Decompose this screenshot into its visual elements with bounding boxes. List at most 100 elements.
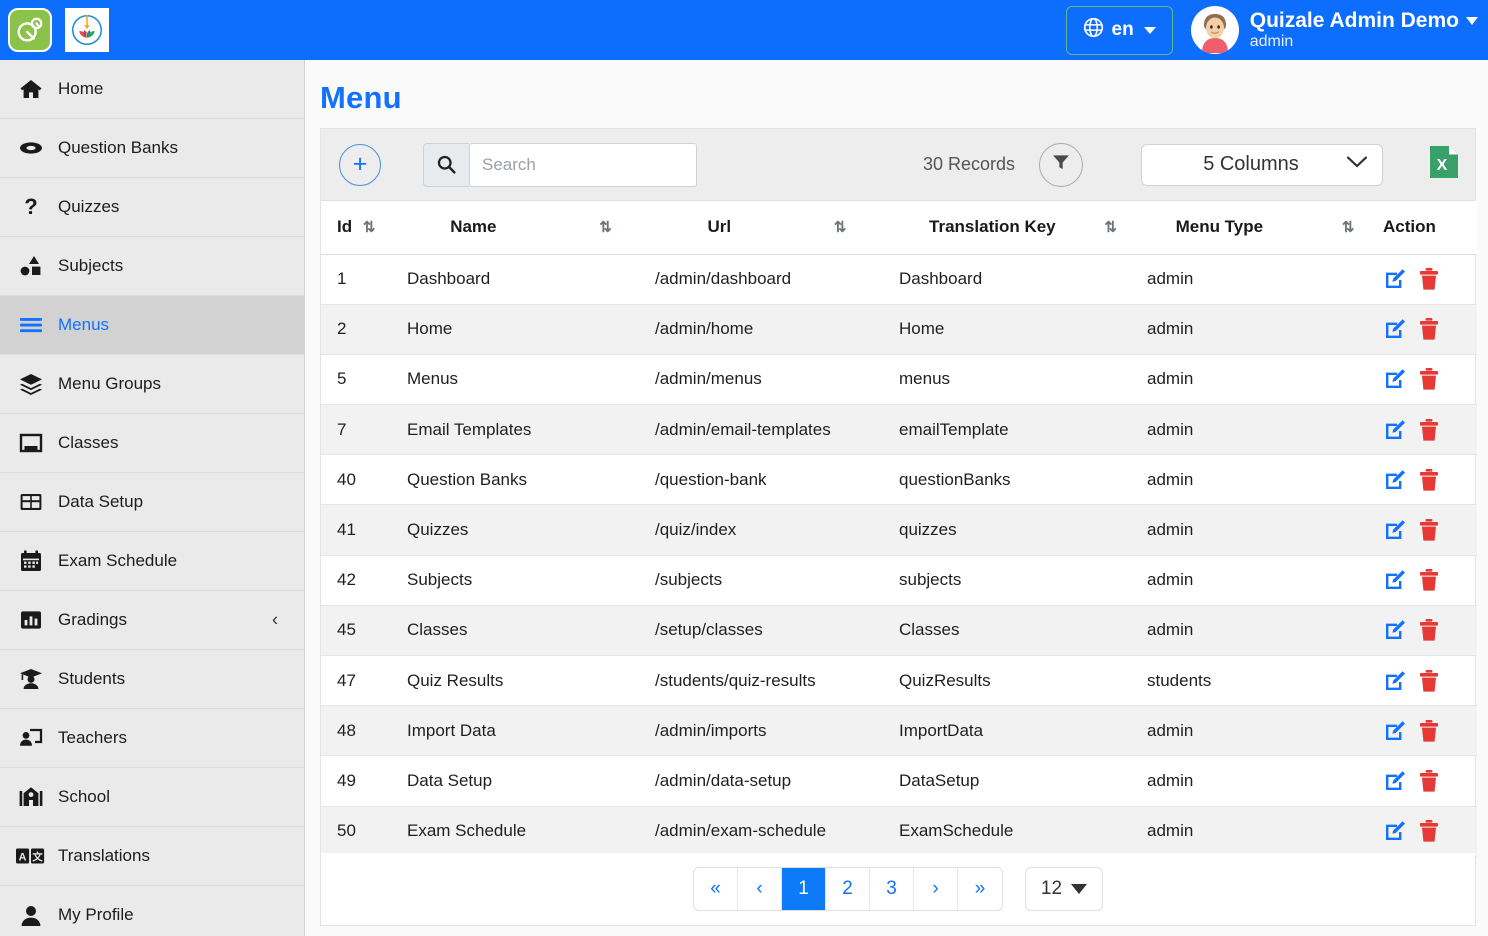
sort-icon[interactable]: ⇅ xyxy=(1104,219,1117,236)
cell-name: Exam Schedule xyxy=(407,806,655,856)
edit-icon[interactable] xyxy=(1383,819,1407,843)
language-selector[interactable]: en xyxy=(1066,6,1173,55)
sidebar-item-teachers[interactable]: Teachers xyxy=(0,709,304,768)
delete-icon[interactable] xyxy=(1419,267,1439,291)
delete-icon[interactable] xyxy=(1419,769,1439,793)
chevron-left-icon[interactable]: ‹ xyxy=(272,610,278,631)
pagination-next[interactable]: › xyxy=(914,868,958,910)
delete-icon[interactable] xyxy=(1419,418,1439,442)
filter-button[interactable] xyxy=(1039,143,1083,187)
column-header-url[interactable]: Url ⇅ xyxy=(655,201,899,254)
table-row[interactable]: 7Email Templates/admin/email-templatesem… xyxy=(321,405,1477,455)
cell-url: /quiz/index xyxy=(655,505,899,555)
delete-icon[interactable] xyxy=(1419,819,1439,843)
sidebar-item-question-banks[interactable]: Question Banks xyxy=(0,119,304,178)
table-row[interactable]: 48Import Data/admin/importsImportDataadm… xyxy=(321,706,1477,756)
pagination-prev[interactable]: ‹ xyxy=(738,868,782,910)
delete-icon[interactable] xyxy=(1419,367,1439,391)
school-lotus-logo-icon[interactable] xyxy=(65,8,109,52)
sort-icon[interactable]: ⇅ xyxy=(363,219,376,236)
cell-translation-key: Classes xyxy=(899,605,1147,655)
edit-icon[interactable] xyxy=(1383,367,1407,391)
sidebar-item-quizzes[interactable]: ? Quizzes xyxy=(0,178,304,237)
sort-icon[interactable]: ⇅ xyxy=(1342,219,1355,236)
cell-menu-type: admin xyxy=(1147,505,1383,555)
delete-icon[interactable] xyxy=(1419,317,1439,341)
cell-menu-type: admin xyxy=(1147,605,1383,655)
column-header-name[interactable]: Name ⇅ xyxy=(407,201,655,254)
per-page-select[interactable]: 12 xyxy=(1025,867,1103,911)
columns-select[interactable]: 5 Columns xyxy=(1141,144,1383,186)
sidebar-item-classes[interactable]: Classes xyxy=(0,414,304,473)
quizale-logo-icon[interactable] xyxy=(8,8,52,52)
edit-icon[interactable] xyxy=(1383,618,1407,642)
cell-name: Data Setup xyxy=(407,756,655,806)
cell-id: 5 xyxy=(321,354,407,404)
edit-icon[interactable] xyxy=(1383,669,1407,693)
table-row[interactable]: 47Quiz Results/students/quiz-resultsQuiz… xyxy=(321,656,1477,706)
edit-icon[interactable] xyxy=(1383,518,1407,542)
excel-export-button[interactable]: X xyxy=(1429,145,1459,184)
language-value: en xyxy=(1112,19,1134,41)
table-row[interactable]: 45Classes/setup/classesClassesadmin xyxy=(321,605,1477,655)
pagination-first[interactable]: « xyxy=(694,868,738,910)
sidebar-item-students[interactable]: Students xyxy=(0,650,304,709)
sort-icon[interactable]: ⇅ xyxy=(599,219,612,236)
delete-icon[interactable] xyxy=(1419,618,1439,642)
delete-icon[interactable] xyxy=(1419,669,1439,693)
sidebar-item-gradings[interactable]: Gradings ‹ xyxy=(0,591,304,650)
edit-icon[interactable] xyxy=(1383,418,1407,442)
edit-icon[interactable] xyxy=(1383,468,1407,492)
sidebar-item-data-setup[interactable]: Data Setup xyxy=(0,473,304,532)
sidebar-item-home[interactable]: Home xyxy=(0,60,304,119)
sidebar-item-exam-schedule[interactable]: Exam Schedule xyxy=(0,532,304,591)
table-row[interactable]: 49Data Setup/admin/data-setupDataSetupad… xyxy=(321,756,1477,806)
add-menu-button[interactable]: + xyxy=(339,144,381,186)
graduate-icon xyxy=(16,667,46,691)
chevron-down-icon xyxy=(1144,27,1156,34)
delete-icon[interactable] xyxy=(1419,719,1439,743)
edit-icon[interactable] xyxy=(1383,719,1407,743)
table-row[interactable]: 50Exam Schedule/admin/exam-scheduleExamS… xyxy=(321,806,1477,856)
search-input[interactable] xyxy=(469,143,697,187)
edit-icon[interactable] xyxy=(1383,568,1407,592)
column-header-id[interactable]: Id ⇅ xyxy=(321,201,407,254)
table-row[interactable]: 40Question Banks/question-bankquestionBa… xyxy=(321,455,1477,505)
sidebar-item-label: Gradings xyxy=(58,610,127,630)
shapes-icon xyxy=(16,254,46,278)
edit-icon[interactable] xyxy=(1383,317,1407,341)
cell-translation-key: quizzes xyxy=(899,505,1147,555)
table-row[interactable]: 41Quizzes/quiz/indexquizzesadmin xyxy=(321,505,1477,555)
cell-id: 42 xyxy=(321,555,407,605)
sidebar-item-translations[interactable]: A 文 Translations xyxy=(0,827,304,886)
table-row[interactable]: 5Menus/admin/menusmenusadmin xyxy=(321,354,1477,404)
pagination-page-3[interactable]: 3 xyxy=(870,868,914,910)
user-menu[interactable]: Quizale Admin Demo admin xyxy=(1191,6,1488,54)
cell-actions xyxy=(1383,605,1477,655)
cell-actions xyxy=(1383,254,1477,304)
cell-id: 45 xyxy=(321,605,407,655)
pagination-page-1[interactable]: 1 xyxy=(782,868,826,910)
table-row[interactable]: 1Dashboard/admin/dashboardDashboardadmin xyxy=(321,254,1477,304)
sort-icon[interactable]: ⇅ xyxy=(834,219,847,236)
delete-icon[interactable] xyxy=(1419,568,1439,592)
sidebar-item-school[interactable]: School xyxy=(0,768,304,827)
edit-icon[interactable] xyxy=(1383,769,1407,793)
cell-menu-type: admin xyxy=(1147,555,1383,605)
delete-icon[interactable] xyxy=(1419,518,1439,542)
pagination-page-2[interactable]: 2 xyxy=(826,868,870,910)
column-header-translation-key[interactable]: Translation Key ⇅ xyxy=(899,201,1147,254)
sidebar-item-my-profile[interactable]: My Profile xyxy=(0,886,304,936)
magnifier-icon[interactable] xyxy=(423,143,469,187)
sidebar-item-menus[interactable]: Menus xyxy=(0,296,304,355)
table-row[interactable]: 42Subjects/subjectssubjectsadmin xyxy=(321,555,1477,605)
cell-translation-key: menus xyxy=(899,354,1147,404)
delete-icon[interactable] xyxy=(1419,468,1439,492)
sidebar-item-subjects[interactable]: Subjects xyxy=(0,237,304,296)
sidebar-item-menu-groups[interactable]: Menu Groups xyxy=(0,355,304,414)
cell-translation-key: DataSetup xyxy=(899,756,1147,806)
pagination-last[interactable]: » xyxy=(958,868,1002,910)
edit-icon[interactable] xyxy=(1383,267,1407,291)
table-row[interactable]: 2Home/admin/homeHomeadmin xyxy=(321,304,1477,354)
column-header-menu-type[interactable]: Menu Type ⇅ xyxy=(1147,201,1383,254)
